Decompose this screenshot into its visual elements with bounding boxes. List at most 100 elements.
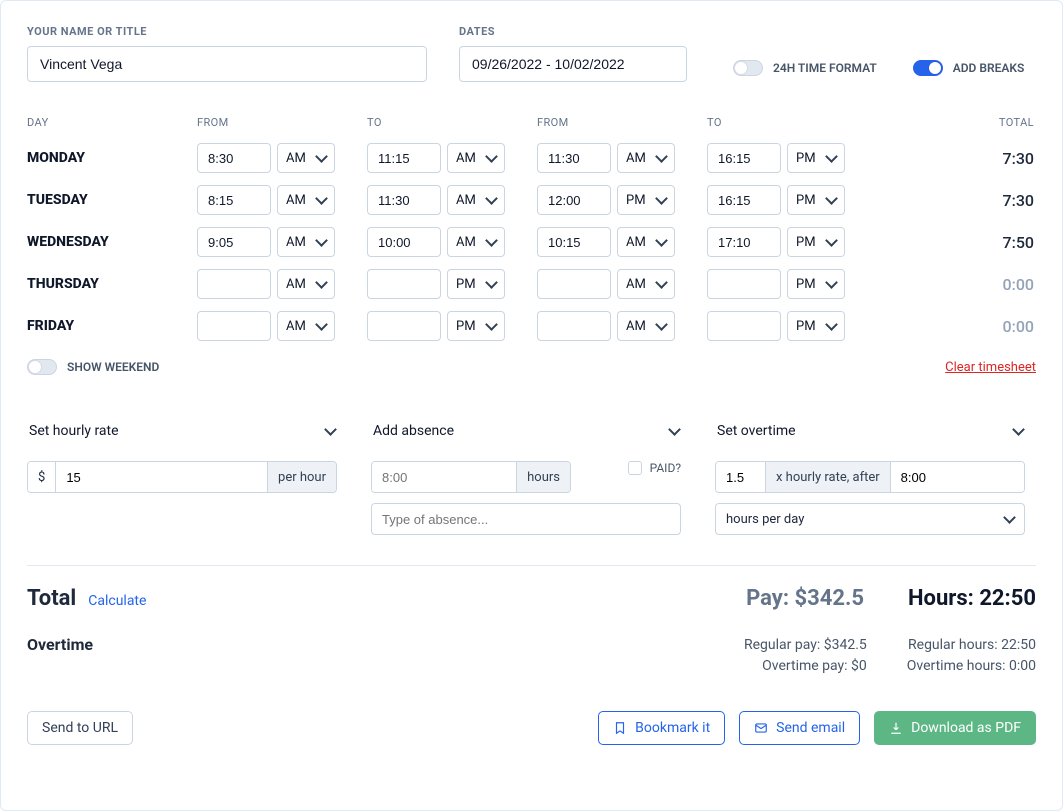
ampm-value: PM bbox=[456, 277, 476, 292]
hourly-rate-head[interactable]: Set hourly rate bbox=[27, 415, 337, 447]
absence-box: Add absence hours PAID? bbox=[371, 415, 681, 535]
overtime-head[interactable]: Set overtime bbox=[715, 415, 1025, 447]
time-input[interactable] bbox=[707, 227, 781, 257]
overtime-pay: Overtime pay: $0 bbox=[744, 656, 867, 677]
time-input[interactable] bbox=[537, 143, 611, 173]
chevron-down-icon bbox=[825, 150, 838, 163]
time-input[interactable] bbox=[197, 143, 271, 173]
col-from1: FROM bbox=[197, 116, 367, 129]
ampm-select[interactable]: PM bbox=[447, 311, 505, 341]
paid-label: PAID? bbox=[650, 461, 681, 475]
col-day: DAY bbox=[27, 116, 197, 129]
paid-checkbox[interactable] bbox=[628, 461, 642, 475]
row-total: 0:00 bbox=[877, 317, 1036, 336]
chevron-down-icon bbox=[315, 150, 328, 163]
regular-pay: Regular pay: $342.5 bbox=[744, 635, 867, 656]
time-cell: PM bbox=[707, 311, 877, 341]
absence-type-input[interactable] bbox=[371, 503, 681, 535]
time-input[interactable] bbox=[367, 143, 441, 173]
row-total: 0:00 bbox=[877, 275, 1036, 294]
ampm-select[interactable]: PM bbox=[787, 269, 845, 299]
time-cell: AM bbox=[367, 143, 537, 173]
ampm-select[interactable]: PM bbox=[787, 311, 845, 341]
time-input[interactable] bbox=[537, 269, 611, 299]
time-input[interactable] bbox=[367, 311, 441, 341]
time-cell: PM bbox=[707, 227, 877, 257]
time-input[interactable] bbox=[707, 185, 781, 215]
ampm-select[interactable]: AM bbox=[447, 227, 505, 257]
clear-timesheet-link[interactable]: Clear timesheet bbox=[945, 360, 1036, 375]
chevron-down-icon bbox=[655, 192, 668, 205]
ampm-select[interactable]: PM bbox=[447, 269, 505, 299]
time-input[interactable] bbox=[197, 269, 271, 299]
time-input[interactable] bbox=[367, 227, 441, 257]
time-cell: AM bbox=[537, 227, 707, 257]
ampm-value: PM bbox=[796, 235, 816, 250]
day-label: THURSDAY bbox=[27, 276, 197, 292]
chevron-down-icon bbox=[485, 234, 498, 247]
ampm-select[interactable]: AM bbox=[447, 185, 505, 215]
overtime-hours: Overtime hours: 0:00 bbox=[907, 656, 1036, 677]
currency-symbol: $ bbox=[28, 462, 56, 492]
time-input[interactable] bbox=[197, 185, 271, 215]
bookmark-button[interactable]: Bookmark it bbox=[598, 711, 725, 745]
overtime-after-input[interactable] bbox=[901, 470, 1014, 485]
ampm-select[interactable]: AM bbox=[617, 311, 675, 341]
download-icon bbox=[889, 721, 903, 735]
time-input[interactable] bbox=[707, 269, 781, 299]
ampm-select[interactable]: AM bbox=[617, 269, 675, 299]
ampm-select[interactable]: AM bbox=[617, 227, 675, 257]
toggle-breaks[interactable] bbox=[913, 60, 943, 76]
download-pdf-button[interactable]: Download as PDF bbox=[874, 711, 1036, 745]
name-input[interactable] bbox=[27, 46, 427, 82]
toggle-24h[interactable] bbox=[733, 60, 763, 76]
toggle-show-weekend[interactable] bbox=[27, 359, 57, 375]
hourly-rate-head-label: Set hourly rate bbox=[29, 423, 119, 439]
ampm-select[interactable]: PM bbox=[787, 143, 845, 173]
hourly-rate-box: Set hourly rate $ per hour bbox=[27, 415, 337, 535]
send-url-button[interactable]: Send to URL bbox=[27, 711, 133, 745]
dates-input[interactable] bbox=[459, 46, 687, 82]
chevron-down-icon bbox=[655, 276, 668, 289]
time-input[interactable] bbox=[537, 185, 611, 215]
time-input[interactable] bbox=[197, 311, 271, 341]
day-label: MONDAY bbox=[27, 150, 197, 166]
absence-hours-input[interactable] bbox=[382, 470, 506, 485]
absence-head[interactable]: Add absence bbox=[371, 415, 681, 447]
time-input[interactable] bbox=[367, 185, 441, 215]
time-cell: AM bbox=[197, 143, 367, 173]
time-input[interactable] bbox=[707, 311, 781, 341]
overtime-box: Set overtime x hourly rate, after hours … bbox=[715, 415, 1025, 535]
ampm-select[interactable]: AM bbox=[277, 311, 335, 341]
send-email-button[interactable]: Send email bbox=[739, 711, 860, 745]
hourly-rate-input[interactable] bbox=[66, 470, 257, 485]
time-input[interactable] bbox=[537, 227, 611, 257]
row-total: 7:30 bbox=[877, 149, 1036, 168]
overtime-head-label: Set overtime bbox=[717, 423, 796, 439]
ampm-select[interactable]: PM bbox=[617, 185, 675, 215]
ampm-select[interactable]: AM bbox=[277, 143, 335, 173]
totals-row: Total Calculate Pay: $342.5 Hours: 22:50 bbox=[27, 586, 1036, 611]
calculate-link[interactable]: Calculate bbox=[88, 593, 146, 609]
overtime-mult-input[interactable] bbox=[726, 470, 755, 485]
chevron-down-icon bbox=[668, 423, 681, 436]
time-input[interactable] bbox=[707, 143, 781, 173]
ampm-value: PM bbox=[626, 193, 646, 208]
chevron-down-icon bbox=[324, 423, 337, 436]
col-from2: FROM bbox=[537, 116, 707, 129]
overtime-unit-select[interactable]: hours per day bbox=[715, 503, 1025, 535]
ampm-select[interactable]: AM bbox=[277, 227, 335, 257]
ampm-select[interactable]: AM bbox=[277, 269, 335, 299]
ampm-select[interactable]: AM bbox=[277, 185, 335, 215]
ampm-select[interactable]: AM bbox=[447, 143, 505, 173]
ampm-select[interactable]: PM bbox=[787, 227, 845, 257]
time-input[interactable] bbox=[197, 227, 271, 257]
time-input[interactable] bbox=[367, 269, 441, 299]
time-cell: AM bbox=[367, 185, 537, 215]
chevron-down-icon bbox=[655, 150, 668, 163]
time-input[interactable] bbox=[537, 311, 611, 341]
row-total: 7:50 bbox=[877, 233, 1036, 252]
ampm-select[interactable]: PM bbox=[787, 185, 845, 215]
show-weekend-label: SHOW WEEKEND bbox=[67, 360, 159, 374]
ampm-select[interactable]: AM bbox=[617, 143, 675, 173]
